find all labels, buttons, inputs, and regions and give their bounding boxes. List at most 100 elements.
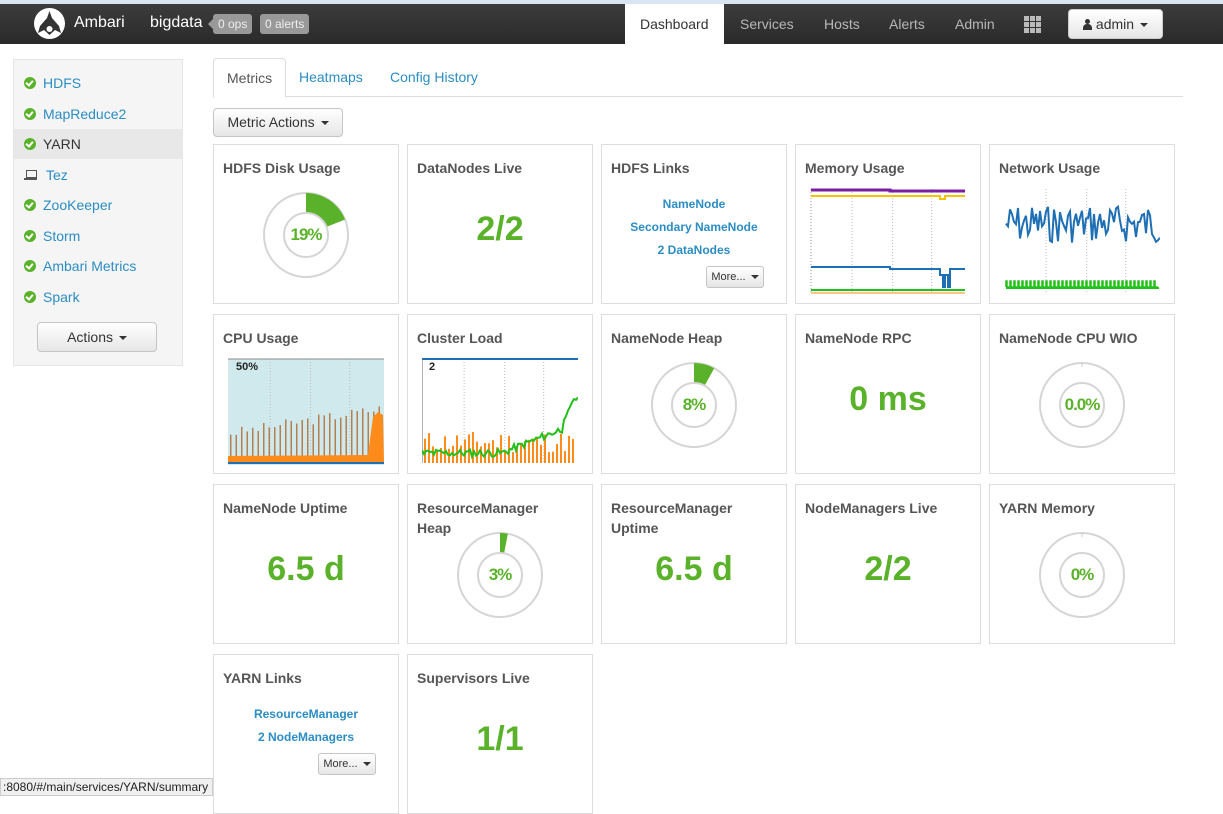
widget-rm-uptime[interactable]: ResourceManager Uptime 6.5 d	[601, 484, 787, 644]
sidebar-item-mapreduce2[interactable]: MapReduce2	[14, 99, 182, 129]
sidebar-item-zookeeper[interactable]: ZooKeeper	[14, 190, 182, 220]
load-bar	[552, 451, 554, 463]
series-line-blue	[811, 266, 965, 288]
widget-title: NodeManagers Live	[805, 500, 938, 516]
sidebar-item-label: MapReduce2	[43, 106, 127, 122]
more-button[interactable]: More...	[318, 753, 376, 775]
widget-title: CPU Usage	[223, 330, 299, 346]
widget-title: NameNode Heap	[611, 330, 723, 346]
series-line-green	[1005, 280, 1158, 288]
sidebar-item-label: Spark	[43, 289, 80, 305]
sidebar-item-ambari-metrics[interactable]: Ambari Metrics	[14, 251, 182, 281]
more-button[interactable]: More...	[706, 266, 764, 288]
tab-heatmaps[interactable]: Heatmaps	[286, 58, 376, 97]
widget-datanodes-live[interactable]: DataNodes Live 2/2	[407, 144, 593, 304]
sidebar-item-storm[interactable]: Storm	[14, 221, 182, 251]
sidebar-item-hdfs[interactable]: HDFS	[14, 68, 182, 98]
chevron-down-icon	[118, 336, 127, 341]
ops-badge[interactable]: 0 ops	[207, 14, 253, 34]
nav-admin[interactable]: Admin	[940, 4, 1010, 44]
alerts-badge[interactable]: 0 alerts	[260, 14, 310, 34]
widget-namenode-cpu-wio[interactable]: NameNode CPU WIO 0.0%	[989, 314, 1175, 474]
load-bar	[528, 439, 530, 463]
metric-actions-button[interactable]: Metric Actions	[213, 108, 343, 137]
top-navbar: Ambari bigdata 0 ops 0 alerts Dashboard …	[0, 4, 1223, 44]
sidebar-item-label: ZooKeeper	[43, 197, 113, 213]
sidebar-item-tez[interactable]: Tez	[14, 160, 182, 190]
widget-rm-heap[interactable]: ResourceManager Heap 3%	[407, 484, 593, 644]
widget-title: Memory Usage	[805, 160, 905, 176]
brand-name[interactable]: Ambari	[74, 14, 125, 32]
nav-alerts[interactable]: Alerts	[874, 4, 940, 44]
widget-nodemanagers-live[interactable]: NodeManagers Live 2/2	[795, 484, 981, 644]
user-menu-button[interactable]: admin	[1068, 9, 1163, 39]
widget-cluster-load[interactable]: Cluster Load 2	[407, 314, 593, 474]
load-bar	[444, 436, 446, 463]
load-bar	[556, 444, 558, 463]
link-datanodes[interactable]: 2 DataNodes	[602, 239, 786, 262]
nav-services[interactable]: Services	[725, 4, 809, 44]
cpu-area-background	[228, 359, 384, 465]
chevron-down-icon	[1139, 23, 1148, 28]
cluster-name: bigdata	[150, 14, 203, 31]
user-icon	[1083, 18, 1093, 30]
sidebar-item-label: YARN	[43, 136, 81, 152]
sidebar-item-label: Tez	[46, 167, 68, 183]
cpu-bar	[351, 409, 353, 463]
load-bar	[520, 443, 522, 463]
link-resourcemanager[interactable]: ResourceManager	[214, 703, 398, 726]
service-actions-button[interactable]: Actions	[37, 322, 157, 352]
status-ok-icon	[24, 291, 36, 304]
ambari-logo-icon[interactable]	[34, 8, 65, 39]
views-grid-icon[interactable]	[1024, 16, 1042, 33]
series-line-yellow	[811, 195, 965, 200]
status-ok-icon	[24, 230, 36, 243]
widget-hdfs-disk-usage[interactable]: HDFS Disk Usage 19%	[213, 144, 399, 304]
sidebar-item-yarn[interactable]: YARN	[14, 129, 182, 159]
widget-cpu-usage[interactable]: CPU Usage 50%	[213, 314, 399, 474]
load-bar	[564, 451, 566, 463]
status-ok-icon	[24, 260, 36, 273]
sidebar-item-label: HDFS	[43, 75, 82, 91]
status-ok-icon	[24, 108, 36, 121]
load-bar	[512, 452, 514, 463]
widget-namenode-heap[interactable]: NameNode Heap 8%	[601, 314, 787, 474]
widget-title: Cluster Load	[417, 330, 503, 346]
services-sidebar: HDFS MapReduce2 YARN Tez ZooKeeper Storm…	[13, 59, 183, 366]
load-bar	[436, 450, 438, 463]
link-secondary-namenode[interactable]: Secondary NameNode	[602, 216, 786, 239]
widget-supervisors-live[interactable]: Supervisors Live 1/1	[407, 654, 593, 814]
link-namenode[interactable]: NameNode	[602, 193, 786, 216]
widget-title: ResourceManager Uptime	[611, 500, 733, 536]
nav-hosts[interactable]: Hosts	[809, 4, 875, 44]
load-bar	[572, 438, 574, 463]
widget-title: HDFS Disk Usage	[223, 160, 341, 176]
tab-metrics[interactable]: Metrics	[213, 58, 287, 98]
gauge-value: 3%	[488, 565, 513, 584]
dashboard-tabs: Metrics Heatmaps Config History	[213, 58, 1183, 98]
load-bar	[532, 438, 534, 463]
widget-namenode-rpc[interactable]: NameNode RPC 0 ms	[795, 314, 981, 474]
cpu-axis-label: 50%	[236, 361, 259, 373]
widget-yarn-links: YARN Links ResourceManager 2 NodeManager…	[213, 654, 399, 814]
tab-config-history[interactable]: Config History	[377, 58, 491, 97]
sidebar-item-spark[interactable]: Spark	[14, 282, 182, 312]
widget-title: HDFS Links	[611, 160, 690, 176]
widget-value: 6.5 d	[655, 550, 733, 588]
widget-namenode-uptime[interactable]: NameNode Uptime 6.5 d	[213, 484, 399, 644]
widget-network-usage[interactable]: Network Usage	[989, 144, 1175, 304]
widget-title: Supervisors Live	[417, 670, 530, 686]
widget-memory-usage[interactable]: Memory Usage	[795, 144, 981, 304]
link-nodemanagers[interactable]: 2 NodeManagers	[214, 726, 398, 749]
load-bar	[548, 452, 550, 463]
sidebar-item-label: Storm	[43, 228, 81, 244]
nav-dashboard[interactable]: Dashboard	[625, 4, 724, 44]
more-label: More...	[323, 758, 358, 770]
cpu-bar	[362, 408, 364, 463]
status-ok-icon	[24, 199, 36, 212]
load-bar	[568, 435, 570, 463]
widget-yarn-memory[interactable]: YARN Memory 0%	[989, 484, 1175, 644]
chevron-down-icon	[750, 275, 759, 280]
load-axis-label: 2	[429, 361, 436, 373]
actions-label: Actions	[67, 329, 114, 345]
